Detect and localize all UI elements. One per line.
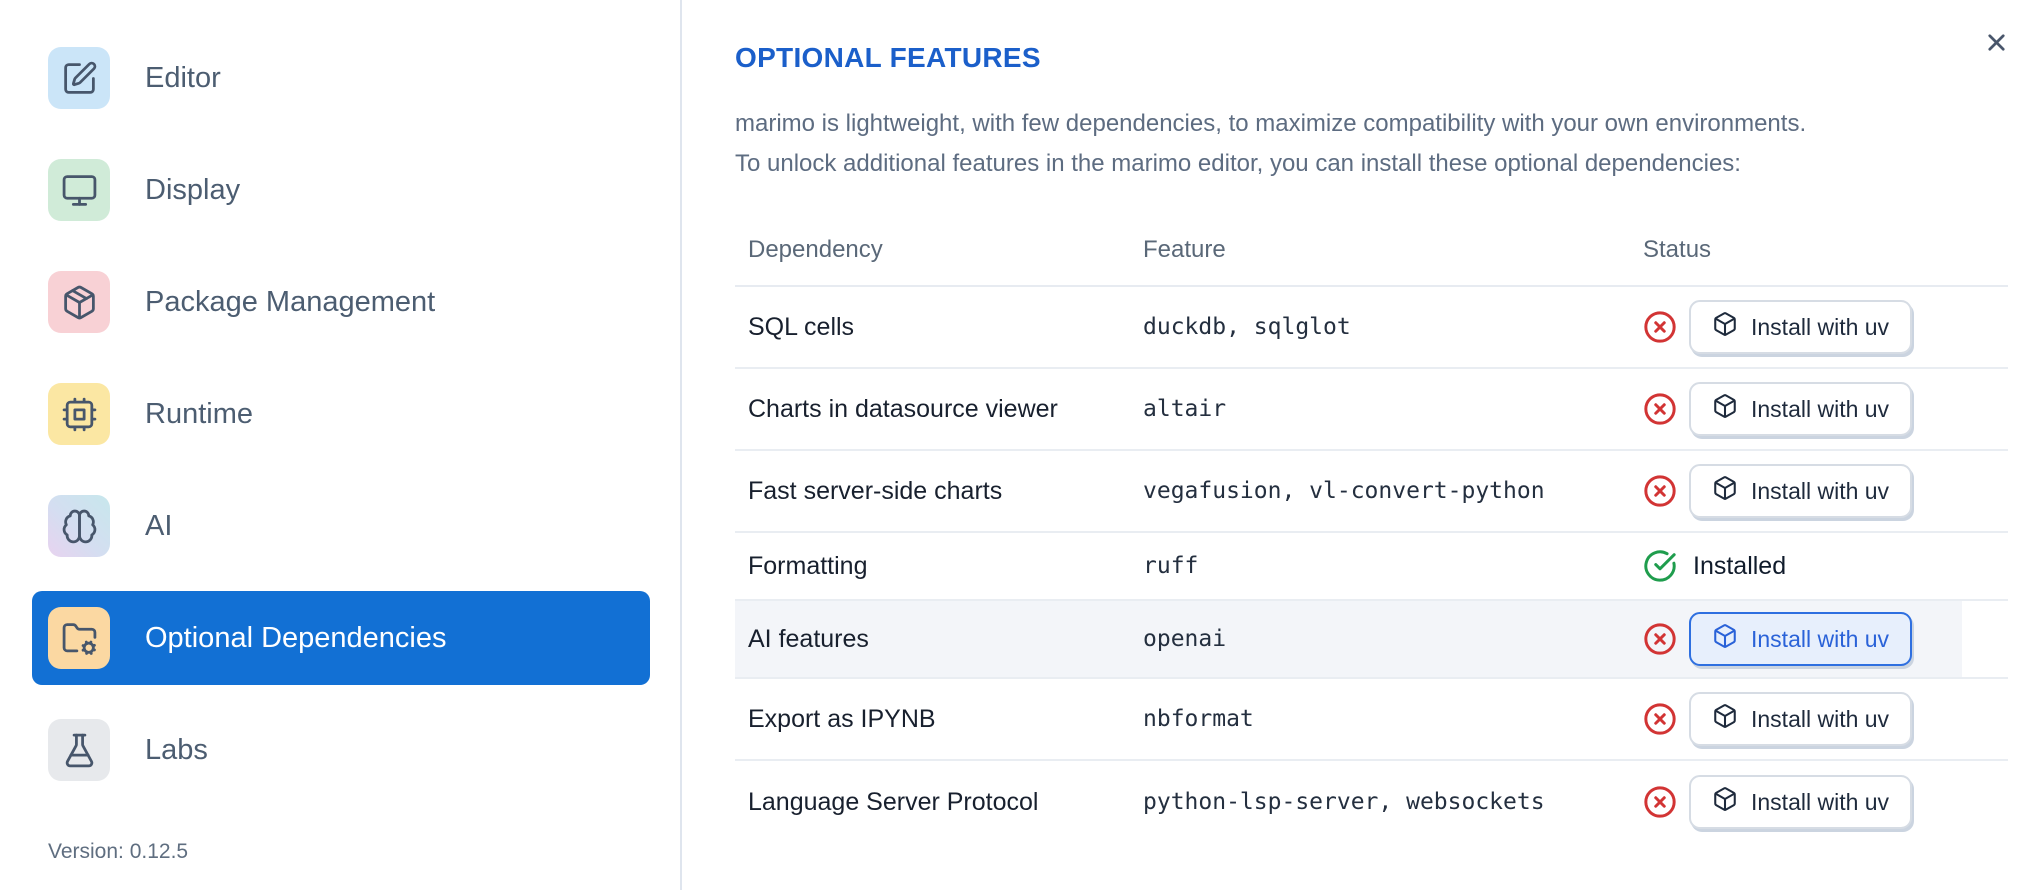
version-label: Version: 0.12.5 <box>48 840 189 863</box>
flask-icon <box>48 719 110 781</box>
sidebar-item-package-management[interactable]: Package Management <box>32 255 650 349</box>
circle-x-icon <box>1643 785 1677 819</box>
install-with-uv-button[interactable]: Install with uv <box>1689 300 1913 354</box>
sidebar-item-display[interactable]: Display <box>32 143 650 237</box>
install-with-uv-button[interactable]: Install with uv <box>1689 692 1913 746</box>
sidebar-item-label: AI <box>145 509 173 542</box>
status-cell: Install with uv <box>1635 692 2008 746</box>
install-button-label: Install with uv <box>1751 705 1890 732</box>
package-box-icon <box>1712 475 1738 507</box>
circle-x-icon <box>1643 310 1677 344</box>
feature-cell: openai <box>1143 626 1227 652</box>
description-line: To unlock additional features in the mar… <box>735 150 1741 177</box>
settings-dialog: Editor Display Package Management Runtim… <box>0 0 2042 890</box>
package-box-icon <box>1712 623 1738 655</box>
package-box-icon <box>1712 393 1738 425</box>
close-icon <box>1983 29 2010 59</box>
dependency-cell: Language Server Protocol <box>748 787 1039 816</box>
dependencies-table: Dependency Feature Status SQL cells duck… <box>735 215 2008 843</box>
folder-cog-icon <box>48 607 110 669</box>
column-header-status: Status <box>1643 236 1712 263</box>
table-row: AI features openai Install with uv <box>735 601 2008 679</box>
dependency-cell: Export as IPYNB <box>748 704 936 733</box>
dependency-cell: AI features <box>748 624 869 653</box>
table-header-row: Dependency Feature Status <box>735 215 2008 287</box>
square-pen-icon <box>48 47 110 109</box>
circle-x-icon <box>1643 702 1677 736</box>
table-row: Language Server Protocol python-lsp-serv… <box>735 761 2008 843</box>
install-button-label: Install with uv <box>1751 788 1890 815</box>
optional-features-panel: OPTIONAL FEATURES marimo is lightweight,… <box>682 0 2042 890</box>
table-row: Formatting ruff Installed <box>735 533 2008 601</box>
package-box-icon <box>1712 311 1738 343</box>
feature-cell: python-lsp-server, websockets <box>1143 789 1545 815</box>
sidebar-item-optional-dependencies[interactable]: Optional Dependencies <box>32 591 650 685</box>
sidebar-item-label: Editor <box>145 61 221 94</box>
sidebar-item-label: Runtime <box>145 397 253 430</box>
table-row: Fast server-side charts vegafusion, vl-c… <box>735 451 2008 533</box>
dependency-cell: Formatting <box>748 551 868 580</box>
dependency-cell: SQL cells <box>748 312 855 341</box>
sidebar-item-label: Labs <box>145 733 208 766</box>
cpu-icon <box>48 383 110 445</box>
feature-cell: altair <box>1143 396 1227 422</box>
package-box-icon <box>1712 703 1738 735</box>
feature-cell: nbformat <box>1143 706 1254 732</box>
circle-x-icon <box>1643 474 1677 508</box>
feature-cell: vegafusion, vl-convert-python <box>1143 478 1545 504</box>
column-header-feature: Feature <box>1143 236 1226 263</box>
install-with-uv-button[interactable]: Install with uv <box>1689 464 1913 518</box>
install-button-label: Install with uv <box>1751 395 1890 422</box>
panel-description: marimo is lightweight, with few dependen… <box>735 104 2008 184</box>
sidebar-item-editor[interactable]: Editor <box>32 31 650 125</box>
circle-x-icon <box>1643 622 1677 656</box>
sidebar-item-label: Package Management <box>145 285 436 318</box>
table-row: SQL cells duckdb, sqlglot Install with u… <box>735 287 2008 369</box>
install-button-label: Install with uv <box>1751 625 1890 652</box>
status-cell: Installed <box>1635 549 2008 583</box>
install-button-label: Install with uv <box>1751 477 1890 504</box>
package-icon <box>48 271 110 333</box>
install-with-uv-button[interactable]: Install with uv <box>1689 612 1913 666</box>
status-cell: Install with uv <box>1635 464 2008 518</box>
status-cell: Install with uv <box>1635 382 2008 436</box>
sidebar-nav: Editor Display Package Management Runtim… <box>0 0 680 797</box>
status-cell: Install with uv <box>1635 775 2008 829</box>
sidebar-item-ai[interactable]: AI <box>32 479 650 573</box>
circle-check-icon <box>1643 549 1677 583</box>
feature-cell: ruff <box>1143 553 1199 579</box>
install-button-label: Install with uv <box>1751 313 1890 340</box>
circle-x-icon <box>1643 392 1677 426</box>
sidebar-item-runtime[interactable]: Runtime <box>32 367 650 461</box>
install-with-uv-button[interactable]: Install with uv <box>1689 775 1913 829</box>
table-row: Charts in datasource viewer altair Insta… <box>735 369 2008 451</box>
monitor-icon <box>48 159 110 221</box>
installed-label: Installed <box>1693 551 1787 580</box>
dependency-cell: Fast server-side charts <box>748 476 1003 505</box>
status-cell: Install with uv <box>1635 300 2008 354</box>
feature-cell: duckdb, sqlglot <box>1143 314 1351 340</box>
sidebar-item-labs[interactable]: Labs <box>32 703 650 797</box>
close-button[interactable] <box>1974 22 2018 66</box>
table-body: SQL cells duckdb, sqlglot Install with u… <box>735 287 2008 843</box>
package-box-icon <box>1712 786 1738 818</box>
brain-icon <box>48 495 110 557</box>
dependency-cell: Charts in datasource viewer <box>748 394 1058 423</box>
sidebar-item-label: Display <box>145 173 241 206</box>
status-cell: Install with uv <box>1635 612 2008 666</box>
column-header-dependency: Dependency <box>748 236 883 263</box>
settings-sidebar: Editor Display Package Management Runtim… <box>0 0 682 890</box>
table-row: Export as IPYNB nbformat Install with uv <box>735 679 2008 761</box>
description-line: marimo is lightweight, with few dependen… <box>735 110 1807 137</box>
install-with-uv-button[interactable]: Install with uv <box>1689 382 1913 436</box>
sidebar-item-label: Optional Dependencies <box>145 621 447 654</box>
page-title: OPTIONAL FEATURES <box>735 42 1041 73</box>
